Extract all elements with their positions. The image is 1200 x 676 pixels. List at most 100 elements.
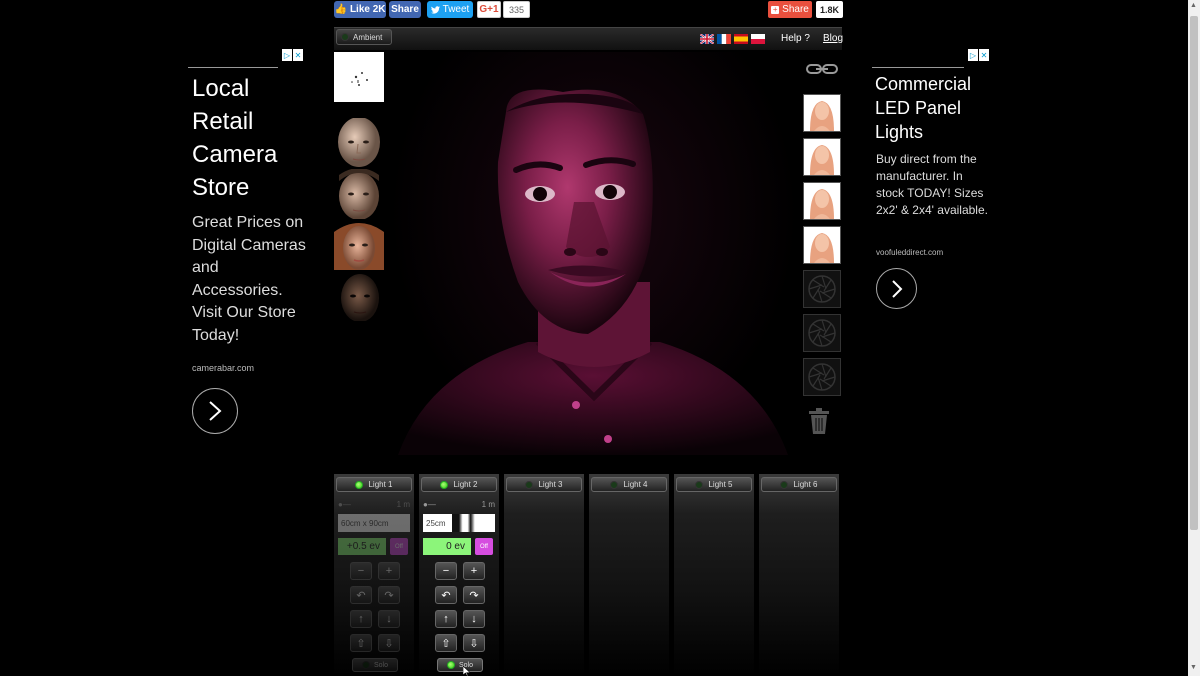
light-2-rotate-left-button[interactable]: ↶ [435,586,457,604]
light-1-distance[interactable]: ●— 1 m [338,497,410,511]
light-2-off-button[interactable]: Off [475,538,493,555]
bald-man-face [334,118,384,168]
facebook-like-button[interactable]: 👍 Like 2K [334,1,386,18]
face-model-4[interactable] [334,271,384,321]
ambient-toggle[interactable]: Ambient [336,29,392,45]
light-1-plus-button[interactable]: + [378,562,400,580]
light-6-panel: Light 6 [759,474,839,676]
light-2-tilt-down-button[interactable]: ↓ [463,610,485,628]
chain-link-icon[interactable] [806,62,838,76]
left-ad-body[interactable]: Great Prices on Digital Cameras and Acce… [192,212,307,347]
light-1-rotate-left-button[interactable]: ↶ [350,586,372,604]
light-6-toggle[interactable]: Light 6 [761,477,837,492]
light-2-distance[interactable]: ●— 1 m [423,497,495,511]
scrollbar-thumb[interactable] [1190,16,1198,530]
light-1-ev-value: +0.5 ev [338,538,386,555]
ambient-led-icon [341,33,349,41]
light-2-tilt-up-button[interactable]: ↑ [435,610,457,628]
light-2-led-icon [440,480,449,489]
light-1-size-selector[interactable]: 60cm x 90cm [338,514,410,532]
reference-portrait-1[interactable] [803,94,841,132]
spain-flag-icon[interactable] [734,34,748,44]
light-1-tilt-down-button[interactable]: ↓ [378,610,400,628]
light-2-plus-button[interactable]: + [463,562,485,580]
right-ad-title[interactable]: Commercial LED Panel Lights [875,72,993,144]
top-toolbar [334,27,842,50]
left-adchoices-icon[interactable]: ▷ ✕ [282,49,304,61]
portrait-sketch-icon [810,101,834,131]
face-model-2[interactable] [334,169,384,219]
light-4-led-icon [610,480,619,489]
scroll-up-arrow-icon[interactable]: ▲ [1190,2,1197,9]
light-4-toggle[interactable]: Light 4 [591,477,667,492]
france-flag-icon[interactable] [717,34,731,44]
light-3-led-icon [525,480,534,489]
help-link[interactable]: Help ? [781,33,810,44]
right-adchoices-icon[interactable]: ▷ ✕ [968,49,990,61]
uk-flag-icon[interactable] [700,34,714,44]
solo-led-icon [361,661,370,669]
reference-portrait-2[interactable] [803,138,841,176]
light-2-rotate-right-button[interactable]: ↷ [463,586,485,604]
face-model-3[interactable] [334,220,384,270]
share-label: Share [782,4,809,15]
render-viewport[interactable] [388,52,800,455]
google-plus-count: 335 [503,1,530,18]
left-ad-title[interactable]: Local Retail Camera Store [192,72,302,204]
light-2-toggle[interactable]: Light 2 [421,477,497,492]
person-distance-icon: ●— [338,499,351,509]
reference-portrait-3[interactable] [803,182,841,220]
left-ad-arrow-button[interactable] [192,388,238,434]
light-2-size-selector[interactable]: 25cm [423,514,495,532]
light-1-distance-value: 1 m [396,499,410,509]
light-1-off-button[interactable]: Off [390,538,408,555]
light-2-move-up-button[interactable]: ⇧ [435,634,457,652]
background-pattern [351,72,368,86]
rendered-face-model [398,89,788,455]
trash-icon[interactable] [808,408,830,434]
light-1-minus-button[interactable]: − [350,562,372,580]
light-2-distance-value: 1 m [481,499,495,509]
light-3-toggle[interactable]: Light 3 [506,477,582,492]
light-2-panel: Light 2 ●— 1 m 25cm 0 ev Off − + ↶ ↷ ↑ ↓ … [419,474,499,676]
face-model-1[interactable] [334,118,384,168]
share-button[interactable]: + Share [768,1,812,18]
portrait-sketch-icon [810,145,834,175]
light-1-solo-button[interactable]: Solo [352,658,398,672]
light-1-panel: Light 1 ●— 1 m 60cm x 90cm +0.5 ev Off − … [334,474,414,676]
google-plus-button[interactable]: G+1 [477,1,501,18]
light-5-toggle[interactable]: Light 5 [676,477,752,492]
right-ad-url[interactable]: voofuleddirect.com [876,248,943,257]
light-1-rotate-right-button[interactable]: ↷ [378,586,400,604]
mouse-cursor-icon [463,666,471,676]
scroll-down-arrow-icon[interactable]: ▼ [1190,664,1197,671]
light-1-toggle[interactable]: Light 1 [336,477,412,492]
right-ad-arrow-button[interactable] [876,268,917,309]
aperture-icon [808,275,836,303]
reference-portrait-4[interactable] [803,226,841,264]
poland-flag-icon[interactable] [751,34,765,44]
empty-slot-2[interactable] [803,314,841,352]
light-2-ev-value: 0 ev [423,538,471,555]
light-1-tilt-up-button[interactable]: ↑ [350,610,372,628]
light-2-minus-button[interactable]: − [435,562,457,580]
light-1-move-down-button[interactable]: ⇩ [378,634,400,652]
empty-slot-3[interactable] [803,358,841,396]
blog-link[interactable]: Blog [823,33,843,44]
light-2-move-down-button[interactable]: ⇩ [463,634,485,652]
left-ad-url[interactable]: camerabar.com [192,363,254,373]
light-6-label: Light 6 [793,480,818,489]
light-4-panel: Light 4 [589,474,669,676]
empty-slot-1[interactable] [803,270,841,308]
background-thumbnail[interactable] [334,52,384,102]
light-5-led-icon [695,480,704,489]
aperture-icon [808,363,836,391]
right-ad-body[interactable]: Buy direct from the manufacturer. In sto… [876,151,988,219]
tweet-button[interactable]: Tweet [427,1,473,18]
woman-face [334,220,384,270]
share-count: 1.8K [816,1,843,18]
right-ad-divider [872,67,964,68]
light-2-solo-button[interactable]: Solo [437,658,483,672]
light-1-move-up-button[interactable]: ⇧ [350,634,372,652]
facebook-share-button[interactable]: Share [389,1,421,18]
